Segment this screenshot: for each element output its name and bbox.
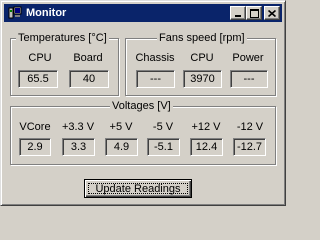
voltage-vcore-value: 2.9: [19, 138, 51, 156]
title-bar[interactable]: Monitor: [4, 4, 282, 22]
fan-power-label: Power: [232, 52, 264, 64]
voltage-5v-label: +5 V: [109, 121, 133, 133]
maximize-button[interactable]: [246, 6, 262, 20]
maximize-icon: [249, 8, 259, 18]
voltage-minus5v-label: -5 V: [152, 121, 174, 133]
temp-board-value: 40: [69, 70, 109, 88]
fan-chassis-value: ---: [136, 70, 175, 88]
focus-rectangle: [88, 183, 188, 194]
voltages-group: Voltages [V] VCore +3.3 V +5 V -5 V +12 …: [10, 100, 276, 165]
voltage-minus12v-label: -12 V: [236, 121, 264, 133]
temp-cpu-value: 65.5: [18, 70, 58, 88]
voltage-vcore-label: VCore: [19, 121, 51, 133]
voltage-5v-value: 4.9: [105, 138, 138, 156]
minimize-button[interactable]: [230, 6, 246, 20]
close-icon: [268, 9, 276, 17]
close-button[interactable]: [264, 6, 280, 20]
fans-speed-group: Fans speed [rpm] Chassis CPU Power --- 3…: [125, 32, 276, 96]
minimize-icon: [235, 14, 241, 17]
voltage-12v-label: +12 V: [191, 121, 221, 133]
voltage-12v-value: 12.4: [190, 138, 223, 156]
window-title: Monitor: [26, 7, 67, 19]
voltage-3v3-label: +3.3 V: [61, 121, 95, 133]
temperatures-legend: Temperatures [°C]: [16, 32, 109, 45]
temp-cpu-label: CPU: [28, 52, 52, 64]
voltage-3v3-value: 3.3: [62, 138, 95, 156]
monitor-app-icon[interactable]: [7, 5, 23, 21]
voltage-minus12v-value: -12.7: [233, 138, 266, 156]
fan-cpu-label: CPU: [190, 52, 214, 64]
monitor-window: Monitor Temperatures [°C] CPU Board 65.5…: [0, 0, 286, 206]
voltages-legend: Voltages [V]: [110, 100, 173, 113]
temp-board-label: Board: [73, 52, 103, 64]
voltage-minus5v-value: -5.1: [147, 138, 180, 156]
fans-speed-legend: Fans speed [rpm]: [157, 32, 247, 45]
fan-cpu-value: 3970: [183, 70, 222, 88]
fan-power-value: ---: [230, 70, 268, 88]
fan-chassis-label: Chassis: [135, 52, 175, 64]
update-readings-button[interactable]: Update Readings: [84, 179, 192, 198]
temperatures-group: Temperatures [°C] CPU Board 65.5 40: [10, 32, 119, 96]
